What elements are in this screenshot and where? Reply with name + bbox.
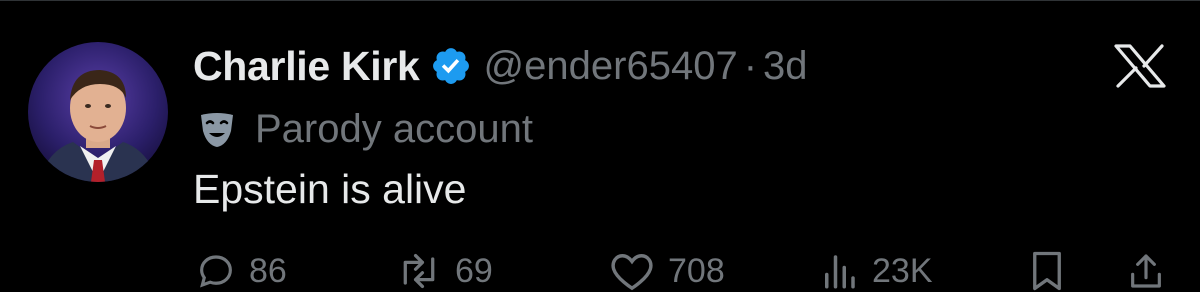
reply-button[interactable]: 86	[195, 250, 287, 292]
bookmark-icon	[1033, 251, 1061, 291]
handle[interactable]: @ender65407	[484, 44, 738, 89]
like-button[interactable]: 708	[608, 250, 725, 292]
parody-account-text: Parody account	[255, 106, 533, 151]
repost-button[interactable]: 69	[395, 250, 493, 292]
repost-icon	[403, 253, 435, 289]
views-icon	[825, 255, 855, 289]
bookmark-button[interactable]	[1028, 250, 1066, 292]
views-count: 23K	[872, 251, 933, 290]
share-button[interactable]	[1126, 250, 1166, 292]
like-icon	[611, 254, 653, 291]
separator-dot: ·	[743, 43, 758, 88]
parody-mask-icon	[197, 109, 237, 149]
avatar[interactable]	[28, 42, 168, 182]
top-divider	[0, 0, 1200, 1]
tweet-header: Charlie Kirk @ender65407 · 3d	[193, 36, 808, 96]
display-name[interactable]: Charlie Kirk	[193, 43, 420, 90]
timestamp[interactable]: 3d	[763, 44, 808, 89]
reply-count: 86	[249, 251, 287, 290]
parody-account-label: Parody account	[197, 104, 533, 154]
tweet-actions: 86 69 708 23K	[0, 244, 1200, 292]
x-logo-icon[interactable]	[1114, 44, 1166, 88]
tweet-text: Epstein is alive	[193, 166, 467, 212]
share-icon	[1131, 254, 1161, 288]
reply-icon	[200, 255, 232, 288]
repost-count: 69	[455, 251, 493, 290]
like-count: 708	[668, 251, 725, 290]
verified-badge-icon[interactable]	[430, 45, 472, 87]
views-button[interactable]: 23K	[818, 250, 933, 292]
